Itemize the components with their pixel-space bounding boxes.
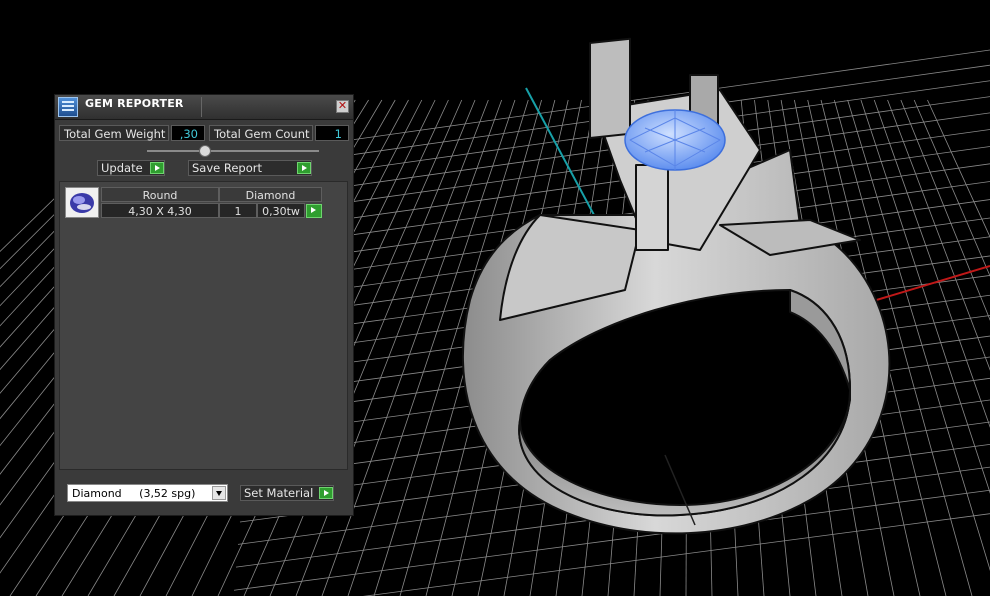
diamond-gem[interactable] (624, 109, 726, 171)
prong-front (635, 164, 669, 251)
panel-title: GEM REPORTER (85, 97, 184, 110)
prong-left (589, 37, 631, 139)
update-button[interactable]: Update (97, 160, 165, 176)
title-divider (201, 97, 202, 117)
panel-slider-track (147, 150, 319, 152)
column-header-shape: Round (101, 187, 219, 202)
column-header-material: Diamond (219, 187, 322, 202)
total-gem-weight-label: Total Gem Weight (59, 125, 169, 141)
gem-reporter-panel: GEM REPORTER ✕ Total Gem Weight ,30 Tota… (54, 94, 354, 516)
set-material-button[interactable]: Set Material (240, 485, 334, 501)
update-label: Update (101, 161, 143, 175)
gem-row-go-icon[interactable] (306, 204, 322, 218)
go-arrow-icon (150, 162, 164, 174)
chevron-down-icon[interactable] (212, 486, 226, 500)
go-arrow-icon (319, 487, 333, 499)
gem-weight-cell: 0,30tw (257, 203, 305, 218)
total-gem-count-label: Total Gem Count (209, 125, 313, 141)
round-gem-icon[interactable] (65, 187, 99, 218)
total-gem-weight-value: ,30 (171, 125, 205, 141)
close-icon[interactable]: ✕ (336, 100, 349, 113)
go-arrow-icon (297, 162, 311, 174)
gem-list: Round Diamond 4,30 X 4,30 1 0,30tw (59, 181, 348, 470)
gem-reporter-icon (58, 97, 78, 117)
gem-count-cell: 1 (219, 203, 257, 218)
total-gem-count-value: 1 (315, 125, 349, 141)
panel-titlebar[interactable]: GEM REPORTER ✕ (55, 95, 353, 120)
panel-slider-handle[interactable] (199, 145, 211, 157)
material-select[interactable]: Diamond (3,52 spg) (67, 484, 228, 502)
set-material-label: Set Material (244, 486, 314, 500)
gem-size-cell: 4,30 X 4,30 (101, 203, 219, 218)
material-selected-value: Diamond (3,52 spg) (72, 487, 196, 500)
save-report-button[interactable]: Save Report (188, 160, 312, 176)
save-report-label: Save Report (192, 161, 263, 175)
